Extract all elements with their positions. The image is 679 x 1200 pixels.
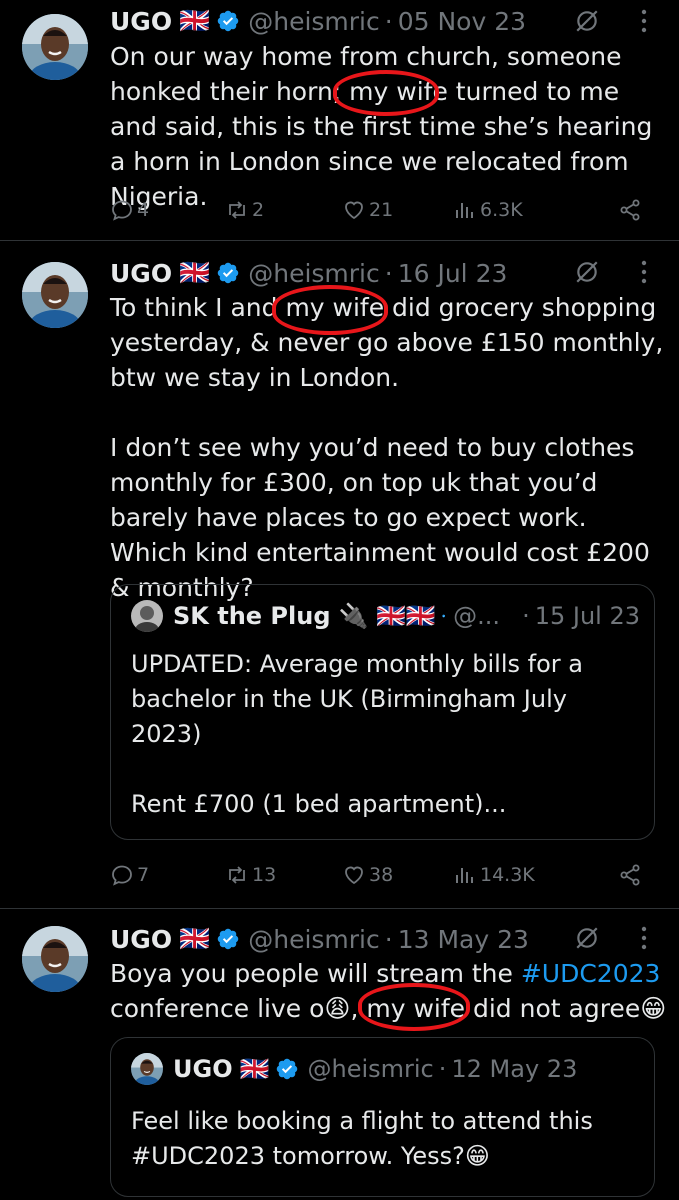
quote-author-name: SK the Plug [173, 602, 331, 630]
separator-dot: · [384, 924, 393, 954]
views-icon [453, 863, 477, 887]
tweet-text: Boya you people will stream the #UDC2023… [110, 959, 669, 1023]
tweet-date[interactable]: 16 Jul 23 [398, 259, 508, 288]
uk-flag: 🇬🇧 [179, 924, 211, 953]
highlighted-phrase: my wife [285, 293, 385, 322]
quote-date: 12 May 23 [451, 1055, 578, 1083]
share-icon [618, 198, 642, 222]
verified-badge-icon [216, 261, 240, 285]
hashtag-link[interactable]: #UDC2023 [521, 959, 661, 988]
quoted-tweet[interactable]: UGO 🇬🇧 @heismric · 12 May 23 Feel like b… [110, 1037, 655, 1197]
quote-avatar [131, 600, 163, 632]
separator-dot: · [522, 602, 530, 630]
repost-count: 13 [252, 864, 277, 886]
quote-header: UGO 🇬🇧 @heismric · 12 May 23 [131, 1054, 640, 1084]
views-button[interactable]: 6.3K [453, 195, 523, 225]
verified-badge-icon [442, 604, 445, 628]
tweet-2[interactable]: UGO 🇬🇧 @heismric · 16 Jul 23 To think I … [0, 241, 679, 908]
quote-date: 15 Jul 23 [534, 602, 640, 630]
grok-icon[interactable] [574, 925, 600, 951]
highlighted-phrase: my wife [349, 77, 448, 106]
like-count: 21 [369, 199, 394, 221]
quote-author-name: UGO [173, 1055, 233, 1083]
uk-flag: 🇬🇧 [239, 1055, 270, 1083]
separator-dot: · [438, 1055, 447, 1083]
repost-button[interactable]: 13 [225, 860, 276, 890]
quote-text: Feel like booking a flight to attend thi… [131, 1107, 601, 1170]
like-button[interactable]: 38 [342, 860, 393, 890]
author-name[interactable]: UGO [110, 925, 172, 954]
highlighted-phrase: my wife [366, 994, 466, 1023]
more-icon[interactable] [640, 8, 648, 34]
quote-header: SK the Plug 🔌 🇬🇧🇬🇧 @... · 15 Jul 23 [131, 601, 640, 631]
verified-badge-icon [275, 1057, 299, 1081]
reply-button[interactable]: 4 [110, 195, 149, 225]
grok-icon[interactable] [574, 259, 600, 285]
author-name[interactable]: UGO [110, 7, 172, 36]
tweet-1[interactable]: UGO 🇬🇧 @heismric · 05 Nov 23 On our way … [0, 0, 679, 240]
quote-text: UPDATED: Average monthly bills for a bac… [131, 650, 583, 818]
uk-flag: 🇬🇧 [179, 258, 211, 287]
uk-flag: 🇬🇧 [179, 6, 211, 35]
like-icon [342, 863, 366, 887]
repost-count: 2 [252, 199, 265, 221]
separator-dot: · [384, 6, 393, 36]
like-icon [342, 198, 366, 222]
quote-author-handle: @heismric [307, 1055, 434, 1083]
tweet-text: To think I and my wife did grocery shopp… [110, 293, 664, 602]
avatar[interactable] [22, 262, 88, 328]
repost-icon [225, 198, 249, 222]
author-handle[interactable]: @heismric [248, 7, 380, 36]
quote-author-badges: 🔌 🇬🇧🇬🇧 [338, 602, 436, 630]
quote-avatar [131, 1053, 163, 1085]
views-count: 14.3K [480, 864, 535, 886]
tweet-text: On our way home from church, someone hon… [110, 42, 661, 211]
author-handle[interactable]: @heismric [248, 259, 380, 288]
tweet-3[interactable]: UGO 🇬🇧 @heismric · 13 May 23 Boya you pe… [0, 909, 679, 1200]
verified-badge-icon [216, 9, 240, 33]
tweet-date[interactable]: 05 Nov 23 [398, 7, 526, 36]
views-button[interactable]: 14.3K [453, 860, 535, 890]
like-button[interactable]: 21 [342, 195, 393, 225]
repost-button[interactable]: 2 [225, 195, 264, 225]
repost-icon [225, 863, 249, 887]
share-icon [618, 863, 642, 887]
quoted-tweet[interactable]: SK the Plug 🔌 🇬🇧🇬🇧 @... · 15 Jul 23 UPDA… [110, 584, 655, 840]
more-icon[interactable] [640, 925, 648, 951]
separator-dot: · [384, 258, 393, 288]
share-button[interactable] [618, 195, 645, 225]
reply-icon [110, 863, 134, 887]
quote-author-handle: @... [453, 602, 501, 630]
avatar[interactable] [22, 14, 88, 80]
like-count: 38 [369, 864, 394, 886]
verified-badge-icon [216, 927, 240, 951]
share-button[interactable] [618, 860, 645, 890]
tweet-date[interactable]: 13 May 23 [398, 925, 529, 954]
author-name[interactable]: UGO [110, 259, 172, 288]
avatar[interactable] [22, 926, 88, 992]
reply-button[interactable]: 7 [110, 860, 149, 890]
views-count: 6.3K [480, 199, 523, 221]
reply-count: 7 [137, 864, 150, 886]
views-icon [453, 198, 477, 222]
grok-icon[interactable] [574, 8, 600, 34]
reply-count: 4 [137, 199, 150, 221]
more-icon[interactable] [640, 259, 648, 285]
tweet-actions: 7 13 38 14.3K [110, 860, 655, 890]
tweet-actions: 4 2 21 6.3K [110, 195, 655, 225]
author-handle[interactable]: @heismric [248, 925, 380, 954]
reply-icon [110, 198, 134, 222]
